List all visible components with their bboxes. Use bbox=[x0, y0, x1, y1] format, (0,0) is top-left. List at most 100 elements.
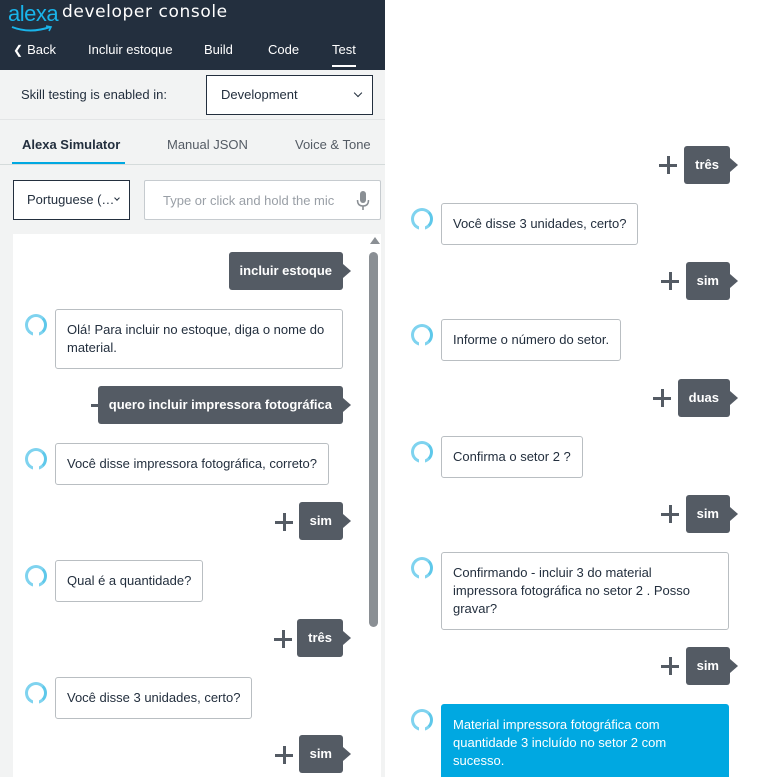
alexa-logo[interactable]: alexa bbox=[8, 0, 59, 34]
tab-voice-tone[interactable]: Voice & Tone bbox=[295, 137, 371, 152]
user-message: sim bbox=[685, 647, 738, 685]
language-select[interactable]: Portuguese (… bbox=[13, 180, 130, 220]
alexa-ring-icon bbox=[411, 709, 433, 732]
alexa-message: Olá! Para incluir no estoque, diga o nom… bbox=[55, 309, 343, 369]
alexa-ring-icon bbox=[25, 448, 47, 471]
alexa-message: Você disse 3 unidades, certo? bbox=[441, 203, 639, 245]
add-utterance-icon[interactable] bbox=[653, 389, 671, 407]
user-message-text: sim bbox=[696, 658, 719, 673]
user-message-text: três bbox=[308, 630, 332, 645]
bubble-tail bbox=[343, 264, 351, 278]
add-utterance-icon[interactable] bbox=[275, 746, 293, 764]
alexa-ring-icon bbox=[411, 557, 433, 580]
alexa-message: Informe o número do setor. bbox=[441, 319, 622, 361]
bubble-tail bbox=[730, 391, 738, 405]
alexa-message: Confirma o setor 2 ? bbox=[441, 436, 583, 478]
conversation-log: incluir estoque Olá! Para incluir no est… bbox=[13, 234, 381, 777]
add-utterance-icon[interactable] bbox=[275, 513, 293, 531]
alexa-message-text: Olá! Para incluir no estoque, diga o nom… bbox=[67, 322, 325, 355]
alexa-logo-text: alexa bbox=[8, 1, 59, 26]
brand: alexa developer console bbox=[8, 0, 228, 34]
alexa-message-text: Qual é a quantidade? bbox=[67, 573, 192, 588]
utterance-box bbox=[144, 180, 381, 220]
chevron-left-icon: ❮ bbox=[13, 43, 24, 57]
user-message-text: incluir estoque bbox=[239, 263, 332, 278]
user-message-text: três bbox=[695, 157, 719, 172]
add-utterance-icon[interactable] bbox=[661, 505, 679, 523]
tab-manual-json[interactable]: Manual JSON bbox=[167, 137, 248, 152]
simulator-tabs: Alexa Simulator Manual JSON Voice & Tone bbox=[0, 120, 385, 165]
alexa-message-text: Você disse 3 unidades, certo? bbox=[453, 216, 627, 231]
top-nav: ❮ Back Incluir estoque Build Code Test bbox=[0, 36, 385, 70]
add-utterance-icon[interactable] bbox=[661, 272, 679, 290]
user-message: sim bbox=[685, 262, 738, 300]
scroll-up-icon[interactable] bbox=[370, 237, 380, 244]
back-label: Back bbox=[27, 42, 56, 57]
alexa-message: Qual é a quantidade? bbox=[55, 560, 204, 602]
alexa-message-text: Você disse impressora fotográfica, corre… bbox=[67, 456, 318, 471]
utterance-input[interactable] bbox=[145, 181, 345, 219]
alexa-message-text: Material impressora fotográfica com quan… bbox=[453, 717, 667, 768]
alexa-ring-icon bbox=[25, 314, 47, 337]
alexa-message: Confirmando - incluir 3 do material impr… bbox=[441, 552, 729, 630]
alexa-final-message: Material impressora fotográfica com quan… bbox=[441, 704, 729, 777]
bubble-tail bbox=[730, 507, 738, 521]
user-message-text: sim bbox=[309, 746, 332, 761]
chevron-down-icon bbox=[353, 88, 363, 98]
top-bar: alexa developer console ❮ Back Incluir es… bbox=[0, 0, 385, 70]
bubble-tail bbox=[730, 274, 738, 288]
alexa-message-text: Você disse 3 unidades, certo? bbox=[67, 690, 241, 705]
alexa-ring-icon bbox=[25, 682, 47, 705]
console-title: developer console bbox=[62, 2, 228, 22]
user-message: quero incluir impressora fotográfica bbox=[97, 386, 351, 424]
conversation-continued: três Você disse 3 unidades, certo? sim I… bbox=[385, 0, 765, 777]
simulator-panel: alexa developer console ❮ Back Incluir es… bbox=[0, 0, 385, 777]
alexa-message: Você disse impressora fotográfica, corre… bbox=[55, 443, 330, 485]
nav-skill-name[interactable]: Incluir estoque bbox=[88, 39, 173, 67]
user-message: incluir estoque bbox=[228, 252, 351, 290]
environment-value: Development bbox=[221, 87, 298, 102]
back-link[interactable]: ❮ Back bbox=[13, 39, 56, 67]
alexa-ring-icon bbox=[25, 565, 47, 588]
user-message: sim bbox=[685, 495, 738, 533]
alexa-message-text: Informe o número do setor. bbox=[453, 332, 610, 347]
bubble-tail bbox=[730, 158, 738, 172]
user-message-text: sim bbox=[696, 506, 719, 521]
language-value: Portuguese (… bbox=[27, 192, 115, 207]
add-utterance-icon[interactable] bbox=[659, 156, 677, 174]
add-utterance-icon[interactable] bbox=[274, 630, 292, 648]
bubble-tail bbox=[343, 631, 351, 645]
testing-row: Skill testing is enabled in: Development bbox=[0, 70, 385, 120]
alexa-ring-icon bbox=[411, 208, 433, 231]
microphone-icon[interactable] bbox=[356, 191, 370, 211]
alexa-message: Você disse 3 unidades, certo? bbox=[55, 677, 253, 719]
user-message: sim bbox=[298, 502, 351, 540]
testing-label: Skill testing is enabled in: bbox=[21, 87, 167, 102]
chevron-down-icon bbox=[114, 195, 120, 201]
user-message: três bbox=[684, 146, 738, 184]
alexa-message-text: Confirmando - incluir 3 do material impr… bbox=[453, 565, 691, 616]
user-message-text: duas bbox=[688, 390, 719, 405]
active-tab-indicator bbox=[12, 162, 125, 164]
nav-code[interactable]: Code bbox=[268, 39, 299, 67]
bubble-tail bbox=[343, 514, 351, 528]
user-message-text: sim bbox=[309, 513, 332, 528]
bubble-tail bbox=[343, 747, 351, 761]
nav-test[interactable]: Test bbox=[332, 39, 356, 67]
nav-build[interactable]: Build bbox=[204, 39, 233, 67]
user-message-text: sim bbox=[696, 273, 719, 288]
chat-scrollbar[interactable] bbox=[367, 234, 381, 777]
alexa-ring-icon bbox=[411, 441, 433, 464]
user-message: sim bbox=[298, 735, 351, 773]
scrollbar-thumb[interactable] bbox=[369, 252, 378, 627]
tab-alexa-simulator[interactable]: Alexa Simulator bbox=[22, 137, 120, 152]
bubble-tail bbox=[343, 398, 351, 412]
alexa-message-text: Confirma o setor 2 ? bbox=[453, 449, 571, 464]
environment-select[interactable]: Development bbox=[206, 75, 373, 115]
alexa-ring-icon bbox=[411, 324, 433, 347]
user-message: três bbox=[297, 619, 351, 657]
user-message: duas bbox=[677, 379, 738, 417]
user-message-text: quero incluir impressora fotográfica bbox=[108, 397, 332, 412]
add-utterance-icon[interactable] bbox=[661, 657, 679, 675]
bubble-tail bbox=[730, 659, 738, 673]
